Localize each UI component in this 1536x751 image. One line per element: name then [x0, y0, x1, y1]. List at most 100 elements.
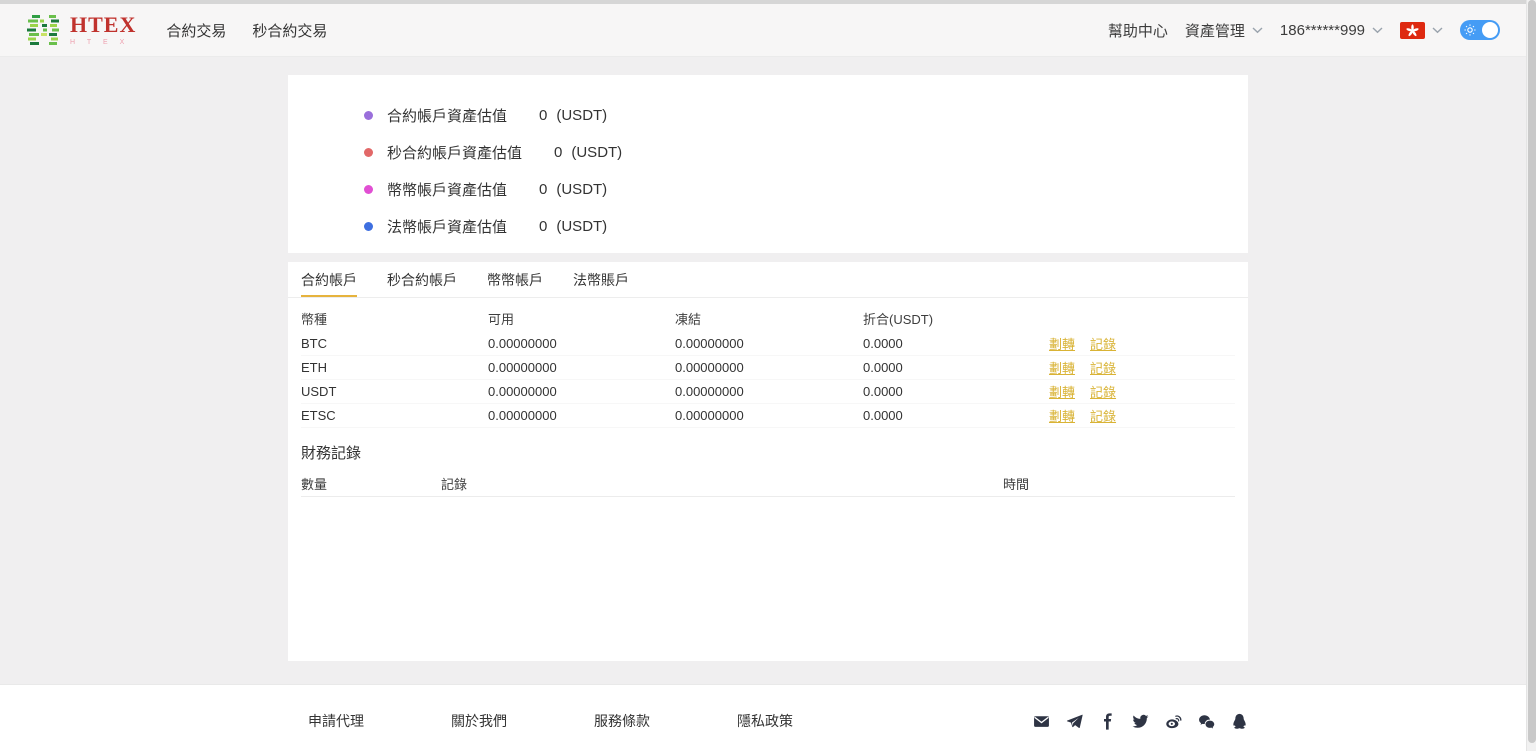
account-tabs: 合約帳戶 秒合約帳戶 幣幣帳戶 法幣賬戶 [288, 262, 1248, 298]
toggle-knob [1482, 22, 1498, 38]
account-dot-icon [364, 111, 373, 120]
converted-cell: 0.0000 [863, 408, 903, 423]
frozen-cell: 0.00000000 [675, 360, 744, 375]
transfer-link[interactable]: 劃轉 [1049, 382, 1075, 401]
account-dot-icon [364, 222, 373, 231]
row-actions: 劃轉 記錄 [1049, 406, 1235, 425]
summary-item: 秒合約帳戶資產估值 0 (USDT) [364, 134, 1248, 171]
account-phone: 186******999 [1279, 21, 1365, 39]
theme-toggle[interactable] [1460, 20, 1500, 40]
available-cell: 0.00000000 [488, 336, 557, 351]
summary-label: 秒合約帳戶資產估值 [387, 145, 523, 162]
tab-spot[interactable]: 幣幣帳戶 [487, 262, 543, 297]
summary-item: 法幣帳戶資產估值 0 (USDT) [364, 208, 1248, 245]
asset-table-header: 幣種 可用 凍結 折合(USDT) [301, 304, 1235, 332]
footer-social [1033, 712, 1248, 730]
scrollbar-thumb[interactable] [1528, 0, 1536, 744]
language-selector[interactable] [1400, 21, 1443, 39]
available-cell: 0.00000000 [488, 360, 557, 375]
summary-value: 0 [554, 144, 563, 161]
summary-value: 0 [539, 218, 548, 235]
financial-records-title: 財務記錄 [301, 445, 362, 462]
summary-item: 合約帳戶資產估值 0 (USDT) [364, 97, 1248, 134]
twitter-icon[interactable] [1132, 713, 1149, 730]
table-row: ETSC 0.00000000 0.00000000 0.0000 劃轉 記錄 [301, 404, 1235, 428]
main-nav: 合約交易 秒合約交易 [166, 20, 327, 41]
logo-subtitle: H T E X [70, 39, 130, 46]
transfer-link[interactable]: 劃轉 [1049, 358, 1075, 377]
available-cell: 0.00000000 [488, 384, 557, 399]
row-actions: 劃轉 記錄 [1049, 382, 1235, 401]
summary-label: 幣幣帳戶資產估值 [387, 182, 508, 199]
coin-cell: ETH [301, 360, 327, 375]
asset-management-menu[interactable]: 資產管理 [1185, 20, 1263, 41]
asset-summary-panel: 合約帳戶資產估值 0 (USDT) 秒合約帳戶資產估值 0 (USDT) 幣幣帳戶資產估值 0… [288, 75, 1248, 253]
nav-item-contract-trading[interactable]: 合約交易 [166, 20, 226, 41]
record-link[interactable]: 記錄 [1090, 406, 1116, 425]
wechat-icon[interactable] [1198, 713, 1215, 730]
summary-label: 合約帳戶資產估值 [387, 108, 508, 125]
top-nav: HTEX H T E X 合約交易 秒合約交易 幫助中心 資產管理 186****… [0, 0, 1536, 57]
table-row: ETH 0.00000000 0.00000000 0.0000 劃轉 記錄 [301, 356, 1235, 380]
transfer-link[interactable]: 劃轉 [1049, 406, 1075, 425]
column-header: 凍結 [675, 311, 702, 327]
logo-mark-icon [27, 15, 59, 45]
footer-link-privacy-policy[interactable]: 隱私政策 [737, 711, 793, 731]
row-actions: 劃轉 記錄 [1049, 334, 1235, 353]
nav-item-second-contract-trading[interactable]: 秒合約交易 [252, 20, 327, 41]
converted-cell: 0.0000 [863, 360, 903, 375]
logo-title: HTEX [70, 12, 137, 37]
row-actions: 劃轉 記錄 [1049, 358, 1235, 377]
footer: 申請代理 關於我們 服務條款 隱私政策 [0, 684, 1536, 751]
chevron-down-icon [1252, 26, 1263, 34]
account-dot-icon [364, 148, 373, 157]
tab-fiat[interactable]: 法幣賬戶 [573, 262, 629, 297]
footer-link-about-us[interactable]: 關於我們 [451, 711, 507, 731]
records-column-header: 數量 [301, 477, 328, 492]
facebook-icon[interactable] [1099, 712, 1116, 730]
footer-links: 申請代理 關於我們 服務條款 隱私政策 [308, 711, 793, 731]
chevron-down-icon [1432, 26, 1443, 34]
accounts-panel: 合約帳戶 秒合約帳戶 幣幣帳戶 法幣賬戶 幣種 可用 凍結 折合(USDT) BTC 0.00… [288, 262, 1248, 661]
frozen-cell: 0.00000000 [675, 384, 744, 399]
coin-cell: USDT [301, 384, 337, 399]
available-cell: 0.00000000 [488, 408, 557, 423]
column-header: 折合(USDT) [863, 311, 934, 327]
asset-management-label: 資產管理 [1184, 22, 1245, 40]
logo[interactable]: HTEX H T E X [25, 12, 136, 48]
table-row: USDT 0.00000000 0.00000000 0.0000 劃轉 記錄 [301, 380, 1235, 404]
records-table-header: 數量 記錄 時間 [301, 471, 1235, 497]
telegram-icon[interactable] [1066, 713, 1083, 730]
converted-cell: 0.0000 [863, 336, 903, 351]
coin-cell: ETSC [301, 408, 336, 423]
scrollbar[interactable] [1526, 0, 1536, 751]
records-empty-area [288, 497, 1248, 647]
asset-table: 幣種 可用 凍結 折合(USDT) BTC 0.00000000 0.00000000 0.… [301, 304, 1235, 428]
records-column-header: 時間 [1003, 477, 1030, 492]
account-menu[interactable]: 186******999 [1280, 22, 1383, 39]
records-column-header: 記錄 [441, 477, 468, 492]
footer-link-terms-of-service[interactable]: 服務條款 [594, 711, 650, 731]
help-center-link[interactable]: 幫助中心 [1108, 20, 1168, 41]
converted-cell: 0.0000 [863, 384, 903, 399]
record-link[interactable]: 記錄 [1090, 358, 1116, 377]
account-dot-icon [364, 185, 373, 194]
chevron-down-icon [1372, 26, 1383, 34]
summary-unit: (USDT) [556, 218, 608, 235]
transfer-link[interactable]: 劃轉 [1049, 334, 1075, 353]
summary-item: 幣幣帳戶資產估值 0 (USDT) [364, 171, 1248, 208]
table-row: BTC 0.00000000 0.00000000 0.0000 劃轉 記錄 [301, 332, 1235, 356]
weibo-icon[interactable] [1165, 713, 1182, 730]
column-header: 可用 [488, 311, 515, 327]
record-link[interactable]: 記錄 [1090, 334, 1116, 353]
email-icon[interactable] [1033, 713, 1050, 730]
summary-value: 0 [539, 107, 548, 124]
hong-kong-flag-icon [1400, 21, 1425, 39]
footer-link-apply-agent[interactable]: 申請代理 [308, 711, 364, 731]
tab-second-contract[interactable]: 秒合約帳戶 [387, 262, 457, 297]
qq-icon[interactable] [1231, 713, 1248, 730]
summary-unit: (USDT) [571, 144, 623, 161]
coin-cell: BTC [301, 336, 327, 351]
tab-contract[interactable]: 合約帳戶 [301, 262, 357, 297]
record-link[interactable]: 記錄 [1090, 382, 1116, 401]
